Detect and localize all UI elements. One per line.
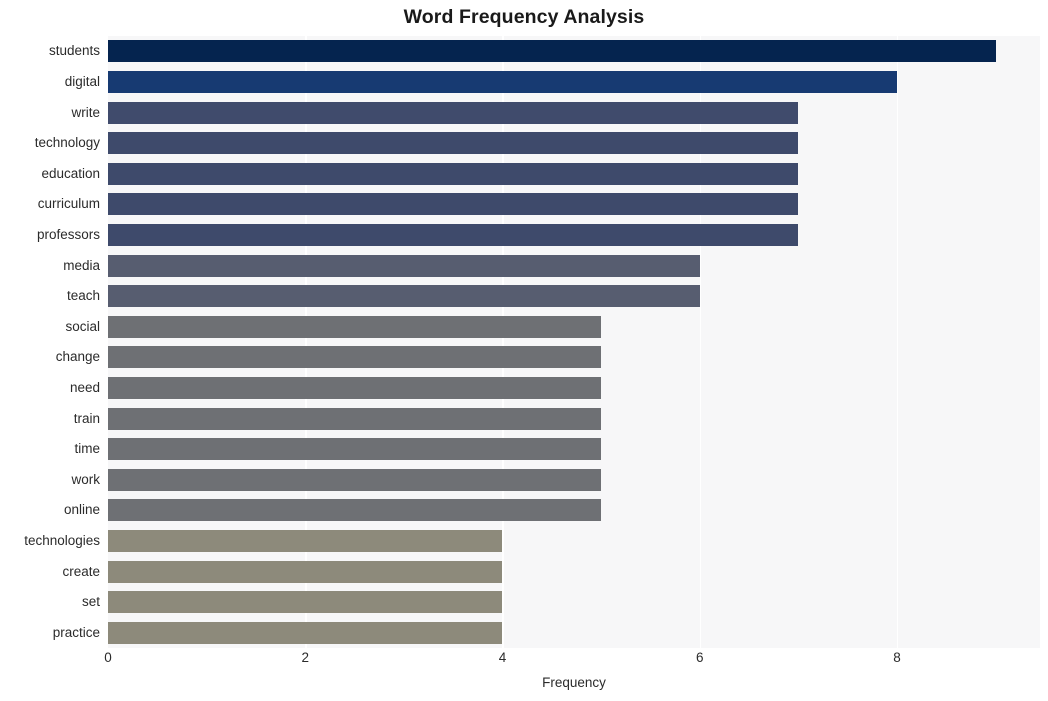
bar — [108, 376, 602, 399]
bar — [108, 438, 602, 461]
y-axis-tick-labels: students digital write technology education c… — [0, 36, 100, 648]
y-axis-tick-label: students — [48, 43, 100, 59]
y-axis-tick-label: teach — [66, 288, 100, 304]
bar — [108, 162, 799, 185]
x-axis-tick-label: 0 — [104, 650, 112, 665]
y-axis-tick-label: social — [65, 318, 100, 334]
y-axis-tick-label: train — [73, 410, 100, 426]
plot-area — [108, 36, 1040, 648]
bar — [108, 529, 503, 552]
y-axis-tick-label: technology — [34, 135, 100, 151]
bar — [108, 285, 700, 308]
word-frequency-chart-figure: Word Frequency Analysis students digital w… — [0, 0, 1048, 701]
bar — [108, 70, 897, 93]
y-axis-tick-label: time — [74, 441, 100, 457]
bar — [108, 40, 996, 63]
y-axis-tick-label: online — [63, 502, 100, 518]
x-axis-tick-label: 2 — [301, 650, 309, 665]
y-axis-tick-label: education — [41, 165, 100, 181]
y-axis-tick-label: set — [81, 594, 100, 610]
y-axis-tick-label: media — [63, 257, 100, 273]
bar — [108, 560, 503, 583]
bar — [108, 468, 602, 491]
bar — [108, 591, 503, 614]
x-axis-title: Frequency — [542, 675, 606, 690]
y-axis-tick-label: need — [69, 379, 100, 395]
y-axis-tick-label: digital — [64, 73, 100, 89]
y-axis-tick-label: practice — [52, 624, 100, 640]
bar — [108, 193, 799, 216]
y-axis-tick-label: technologies — [24, 532, 100, 548]
y-axis-tick-label: professors — [36, 226, 100, 242]
y-axis-tick-label: curriculum — [37, 196, 100, 212]
bar — [108, 407, 602, 430]
x-axis-tick-label: 6 — [695, 650, 704, 665]
bars-layer — [108, 36, 1040, 648]
bar — [108, 101, 799, 124]
y-axis-tick-label: change — [55, 349, 100, 365]
bar — [108, 223, 799, 246]
y-axis-tick-label: work — [71, 471, 100, 487]
y-axis-tick-label: create — [62, 563, 100, 579]
bar — [108, 621, 503, 644]
bar — [108, 254, 700, 277]
bar — [108, 499, 602, 522]
y-axis-tick-label: write — [71, 104, 100, 120]
bar — [108, 132, 799, 155]
x-axis-tick-label: 4 — [498, 650, 507, 665]
x-axis-tick-label: 8 — [893, 650, 901, 665]
page-title: Word Frequency Analysis — [403, 6, 645, 28]
x-axis-tick-labels: 0 2 4 6 8 — [0, 650, 1048, 672]
bar — [108, 346, 602, 369]
bar — [108, 315, 602, 338]
